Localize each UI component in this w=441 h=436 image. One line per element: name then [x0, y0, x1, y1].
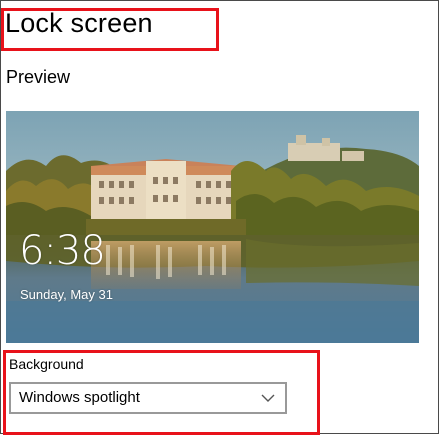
- preview-label: Preview: [6, 67, 71, 87]
- background-highlight-box: [3, 350, 320, 435]
- lock-screen-time: 6:38: [19, 228, 106, 274]
- lock-screen-date: Sunday, May 31: [20, 287, 113, 302]
- preview-image: [6, 111, 419, 343]
- lock-screen-preview: 6:38 Sunday, May 31: [6, 111, 419, 343]
- title-highlight-box: [1, 8, 219, 51]
- settings-panel: Lock screen Preview 6:38 Sunday, May 31 …: [0, 0, 439, 435]
